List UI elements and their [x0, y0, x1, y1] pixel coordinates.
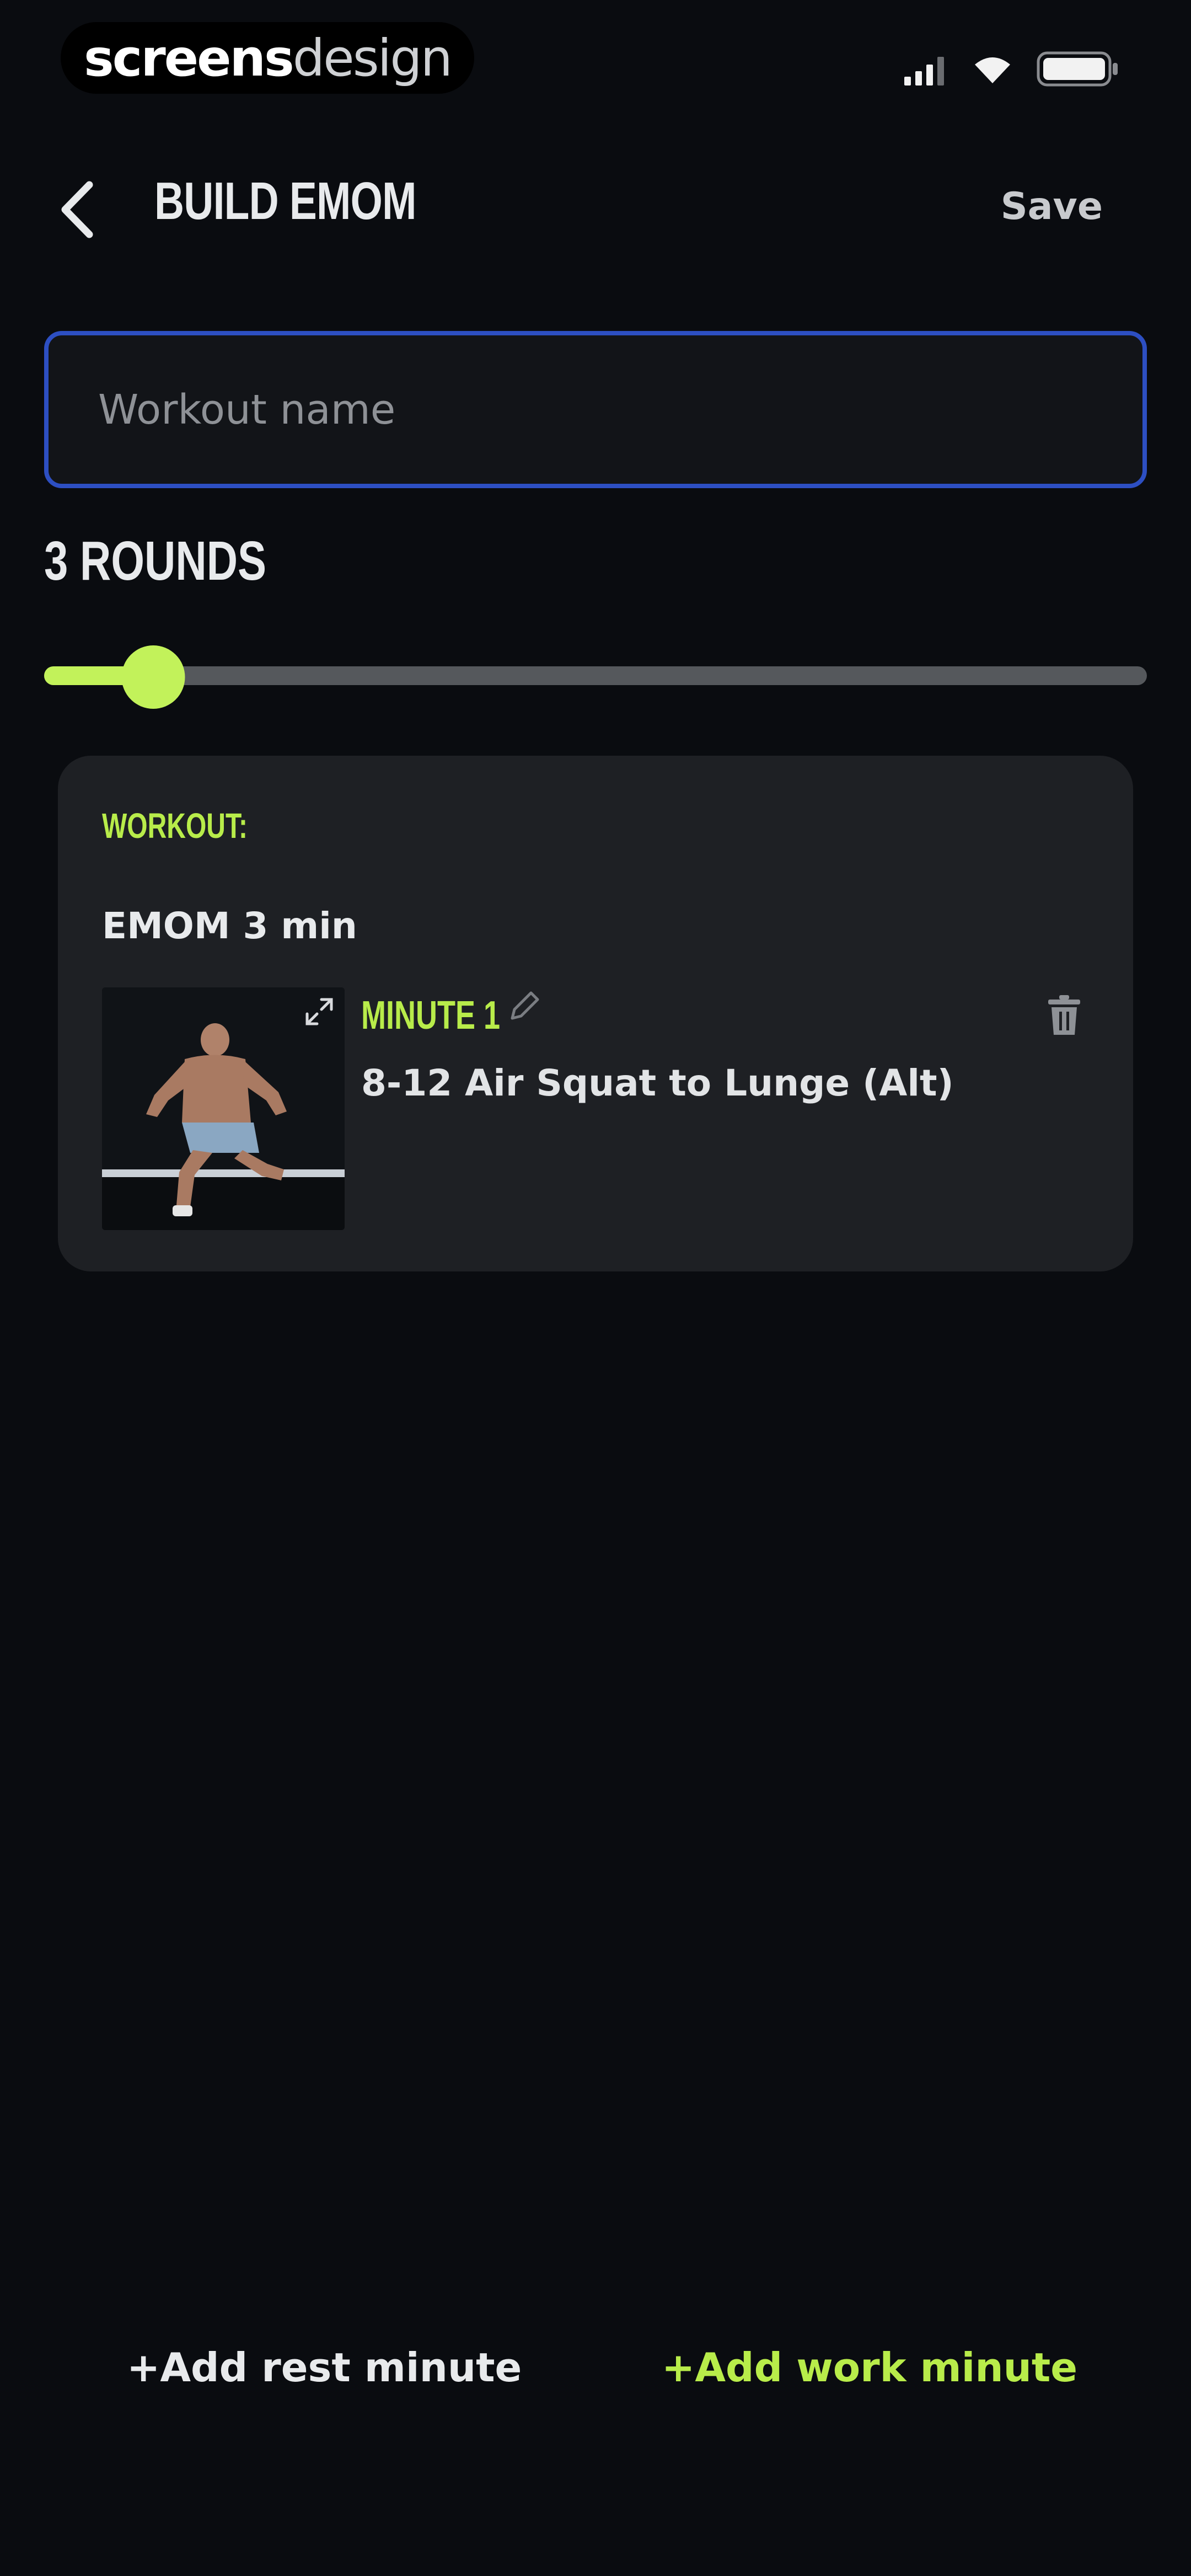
wifi-icon [975, 57, 1010, 83]
slider-track [44, 666, 1147, 685]
exercise-name: 8-12 Air Squat to Lunge (Alt) [361, 1062, 954, 1104]
watermark-part-2: design [292, 28, 453, 88]
rounds-label: 3 ROUNDS [44, 530, 267, 592]
pencil-icon[interactable] [505, 987, 543, 1026]
screensdesign-watermark: screens design [61, 22, 474, 94]
screen: screensdesign BUILD EMOM Save 3 ROUNDS [0, 0, 1191, 2576]
slider-thumb[interactable] [121, 645, 185, 709]
trash-icon[interactable] [1045, 993, 1083, 1037]
back-chevron-icon [61, 181, 93, 238]
add-rest-minute-button[interactable]: +Add rest minute [127, 2344, 522, 2391]
save-button[interactable]: Save [1001, 185, 1103, 228]
status-bar-icons [904, 50, 1119, 88]
exercise-thumbnail[interactable] [102, 987, 345, 1230]
minute-label: MINUTE 1 [361, 993, 501, 1038]
workout-label: WORKOUT: [102, 806, 248, 846]
add-work-minute-button[interactable]: +Add work minute [662, 2344, 1077, 2391]
signal-icon [904, 57, 944, 85]
back-button[interactable] [55, 177, 110, 243]
rounds-slider[interactable] [44, 645, 1147, 709]
workout-card: WORKOUT: EMOM 3 min MINUTE 1 8-12 Air Sq… [58, 756, 1133, 1271]
workout-title: EMOM 3 min [102, 905, 357, 947]
expand-icon[interactable] [303, 995, 336, 1028]
page-title: BUILD EMOM [154, 172, 416, 231]
workout-name-input[interactable] [44, 331, 1147, 488]
battery-icon [1037, 51, 1118, 87]
watermark-part-1: screens [84, 28, 294, 88]
